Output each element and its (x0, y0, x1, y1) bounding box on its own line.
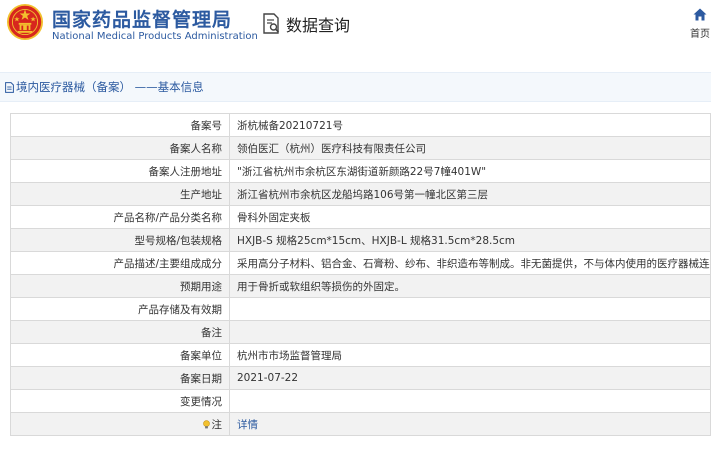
field-label: 备案号 (10, 113, 230, 137)
table-row: 备案人名称 领伯医汇（杭州）医疗科技有限责任公司 (10, 136, 711, 160)
home-icon (693, 8, 707, 21)
field-label: 备案人注册地址 (10, 159, 230, 183)
page-title: 数据查询 (286, 16, 351, 35)
table-row: 备案日期 2021-07-22 (10, 366, 711, 390)
home-link[interactable]: 首页 (689, 8, 711, 40)
brand-name-cn: 国家药品监督管理局 (52, 9, 233, 31)
field-value: 浙杭械备20210721号 (229, 113, 711, 137)
field-value: 采用高分子材料、铝合金、石膏粉、纱布、非织造布等制成。非无菌提供，不与体内使用的… (229, 251, 711, 275)
breadcrumb: 境内医疗器械（备案） ——基本信息 (0, 72, 711, 102)
field-label: 备案日期 (10, 366, 230, 390)
field-value: 用于骨折或软组织等损伤的外固定。 (229, 274, 711, 298)
details-link[interactable]: 详情 (237, 419, 258, 431)
field-label: 备案人名称 (10, 136, 230, 160)
record-detail-table: 备案号 浙杭械备20210721号 备案人名称 领伯医汇（杭州）医疗科技有限责任… (10, 113, 711, 436)
field-label: 产品描述/主要组成成分 (10, 251, 230, 275)
table-row: 预期用途 用于骨折或软组织等损伤的外固定。 (10, 274, 711, 298)
home-label: 首页 (690, 29, 710, 40)
field-label: 备注 (10, 320, 230, 344)
notice-value-cell: 详情 (229, 412, 711, 436)
table-row: 备案单位 杭州市市场监督管理局 (10, 343, 711, 367)
field-value: 骨科外固定夹板 (229, 205, 711, 229)
field-label: 预期用途 (10, 274, 230, 298)
table-row: 产品描述/主要组成成分 采用高分子材料、铝合金、石膏粉、纱布、非织造布等制成。非… (10, 251, 711, 275)
field-value (229, 389, 711, 413)
table-row: 备案人注册地址 "浙江省杭州市余杭区东湖街道新颜路22号7幢401W" (10, 159, 711, 183)
site-header: 国家药品监督管理局 National Medical Products Admi… (0, 0, 711, 62)
page-heading: 数据查询 (262, 12, 350, 36)
field-value: HXJB-S 规格25cm*15cm、HXJB-L 规格31.5cm*28.5c… (229, 228, 711, 252)
field-value (229, 297, 711, 321)
table-row: 产品名称/产品分类名称 骨科外固定夹板 (10, 205, 711, 229)
field-label: 备案单位 (10, 343, 230, 367)
field-value: "浙江省杭州市余杭区东湖街道新颜路22号7幢401W" (229, 159, 711, 183)
brand-name-en: National Medical Products Administration (52, 31, 258, 42)
table-row: 生产地址 浙江省杭州市余杭区龙船坞路106号第一幢北区第三层 (10, 182, 711, 206)
field-label: 产品名称/产品分类名称 (10, 205, 230, 229)
field-label: 生产地址 (10, 182, 230, 206)
table-row: 变更情况 (10, 389, 711, 413)
notice-label-cell: 注 (10, 412, 230, 436)
field-value (229, 320, 711, 344)
breadcrumb-text: 境内医疗器械（备案） ——基本信息 (16, 80, 204, 94)
table-row: 产品存储及有效期 (10, 297, 711, 321)
table-row: 型号规格/包装规格 HXJB-S 规格25cm*15cm、HXJB-L 规格31… (10, 228, 711, 252)
table-row: 备注 (10, 320, 711, 344)
field-label: 型号规格/包装规格 (10, 228, 230, 252)
document-icon (5, 81, 14, 93)
national-emblem-icon (7, 4, 43, 40)
field-label: 产品存储及有效期 (10, 297, 230, 321)
tip-bulb-icon (202, 419, 210, 428)
notice-label: 注 (211, 418, 223, 431)
document-search-icon (263, 13, 280, 34)
table-row: 备案号 浙杭械备20210721号 (10, 113, 711, 137)
field-value: 2021-07-22 (229, 366, 711, 390)
notice-row: 注 详情 (10, 412, 711, 436)
field-value: 浙江省杭州市余杭区龙船坞路106号第一幢北区第三层 (229, 182, 711, 206)
field-label: 变更情况 (10, 389, 230, 413)
field-value: 杭州市市场监督管理局 (229, 343, 711, 367)
field-value: 领伯医汇（杭州）医疗科技有限责任公司 (229, 136, 711, 160)
